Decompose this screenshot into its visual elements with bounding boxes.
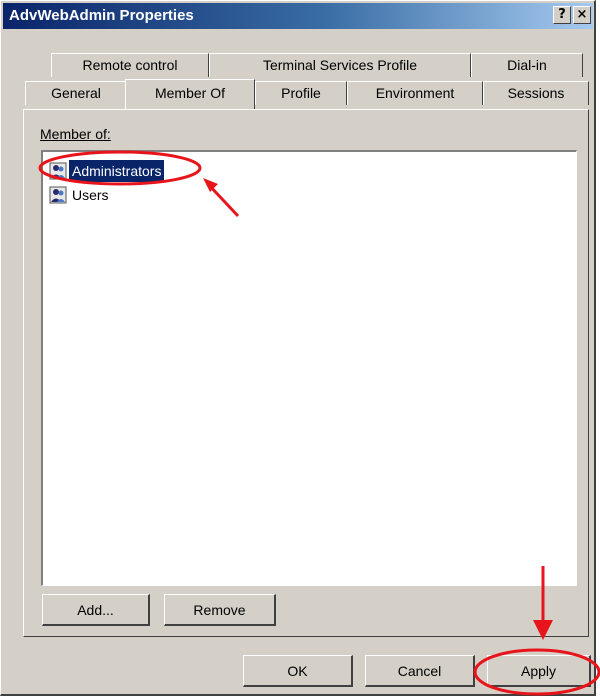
- ok-button[interactable]: OK: [243, 655, 353, 687]
- list-item-label: Users: [72, 187, 109, 203]
- apply-button[interactable]: Apply: [487, 655, 591, 687]
- close-button[interactable]: ×: [573, 6, 591, 24]
- tab-dial-in[interactable]: Dial-in: [471, 53, 583, 77]
- remove-button[interactable]: Remove: [164, 594, 276, 626]
- group-icon: [49, 162, 67, 180]
- tab-member-of[interactable]: Member Of: [125, 79, 255, 109]
- tab-general[interactable]: General: [25, 81, 127, 105]
- tab-terminal-services-profile[interactable]: Terminal Services Profile: [209, 53, 471, 77]
- window-title: AdvWebAdmin Properties: [9, 7, 194, 24]
- add-button[interactable]: Add...: [42, 594, 150, 626]
- tab-remote-control[interactable]: Remote control: [51, 53, 209, 77]
- list-item-users[interactable]: Users: [49, 184, 112, 206]
- cancel-button[interactable]: Cancel: [365, 655, 475, 687]
- help-button[interactable]: ?: [553, 6, 571, 24]
- title-bar[interactable]: AdvWebAdmin Properties ? ×: [3, 3, 593, 29]
- member-of-label: Member of:: [40, 126, 111, 142]
- tab-profile[interactable]: Profile: [255, 81, 347, 105]
- tab-environment[interactable]: Environment: [347, 81, 483, 105]
- list-item-administrators[interactable]: Administrators: [49, 160, 165, 182]
- group-icon: [49, 186, 67, 204]
- member-of-list[interactable]: Administrators Users: [41, 150, 577, 586]
- member-of-panel: Member of: Administrators Users Add... R…: [23, 109, 589, 637]
- properties-dialog: AdvWebAdmin Properties ? × Remote contro…: [0, 0, 596, 696]
- list-item-label: Administrators: [69, 160, 165, 182]
- tab-sessions[interactable]: Sessions: [483, 81, 589, 105]
